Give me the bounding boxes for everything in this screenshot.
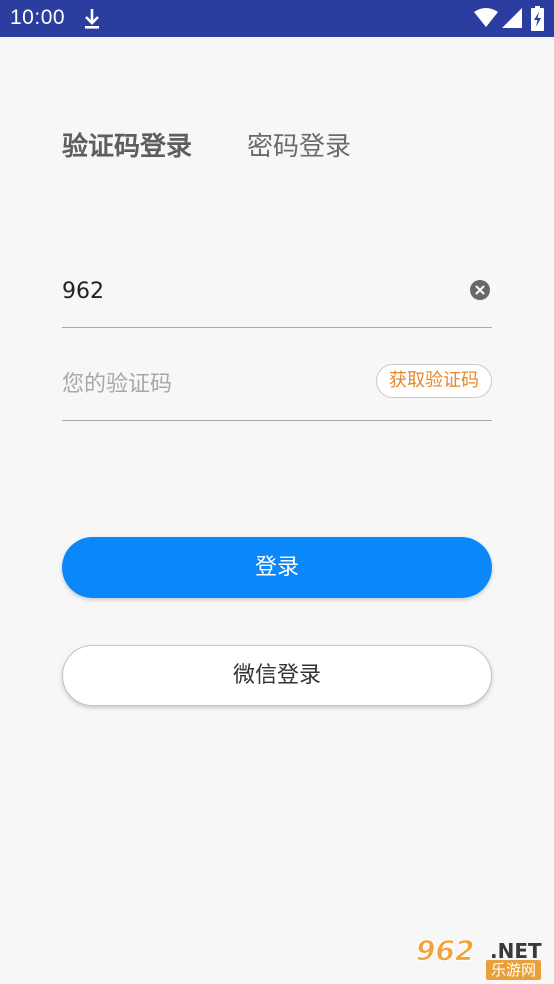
phone-input[interactable] xyxy=(62,274,442,308)
watermark-logo: 962 .NET 乐游网 xyxy=(412,934,552,982)
wifi-icon xyxy=(474,8,498,27)
signal-icon xyxy=(502,8,522,28)
tab-password-login[interactable]: 密码登录 xyxy=(247,126,351,163)
verification-code-field: 获取验证码 xyxy=(62,357,492,421)
phone-field xyxy=(62,264,492,328)
tab-sms-code-login[interactable]: 验证码登录 xyxy=(62,126,192,163)
battery-charging-icon xyxy=(531,6,544,31)
clear-icon[interactable] xyxy=(470,280,490,300)
watermark-subtitle: 乐游网 xyxy=(486,960,542,980)
login-button[interactable]: 登录 xyxy=(62,537,492,598)
wechat-login-button[interactable]: 微信登录 xyxy=(62,645,492,706)
status-time: 10:00 xyxy=(10,6,66,29)
status-bar: 10:00 xyxy=(0,0,554,37)
get-code-button[interactable]: 获取验证码 xyxy=(376,364,492,398)
download-icon xyxy=(85,9,99,29)
watermark-number: 962 xyxy=(415,934,475,967)
